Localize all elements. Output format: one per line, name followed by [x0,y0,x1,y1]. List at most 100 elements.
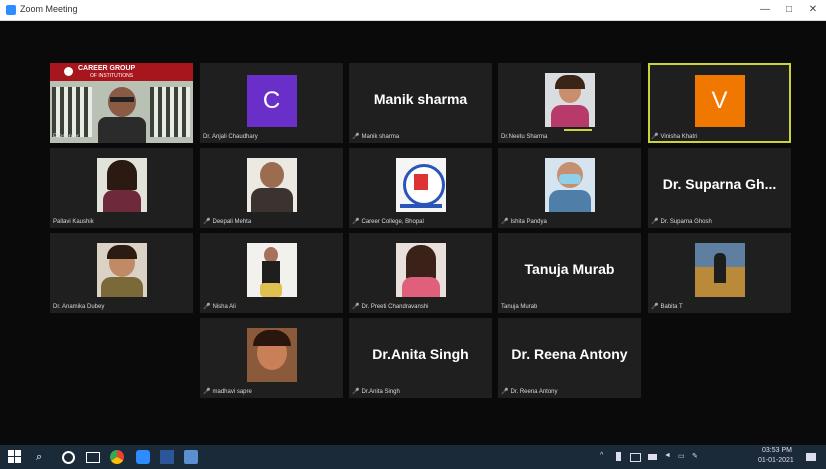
participant-video [395,243,446,297]
person-hair [252,330,291,346]
banner-logo-icon [64,67,73,76]
volume-icon[interactable]: ◄ [664,452,671,459]
participant-video [694,243,745,297]
chrome-icon[interactable] [110,450,124,464]
mic-muted-icon: 🎤 [501,389,509,395]
maximize-button[interactable]: □ [778,2,800,18]
cortana-icon[interactable] [62,451,75,464]
participant-tile[interactable]: 🎤 Career College, Bhopal [349,148,492,228]
participant-name: Dr. Anjali Chaudhary [203,134,258,140]
participant-tile[interactable]: 🎤 Ishita Pandya [498,148,641,228]
participant-tile[interactable]: 🎤 Nisha Ali [200,233,343,313]
participant-tile[interactable]: C Dr. Anjali Chaudhary [200,63,343,143]
participant-name: Tanuja Murab [501,304,538,310]
participant-tile[interactable]: Dr. Reena Antony 🎤 Dr. Reena Antony [498,318,641,398]
taskbar: ⌕ ^ ◄ ▭ ✎ 03:53 PM 01-01-2021 [0,445,826,469]
tray-chevron-icon[interactable]: ^ [600,452,603,459]
mic-muted-icon: 🎤 [651,219,659,225]
person-hair [106,245,137,259]
participant-video [395,158,446,212]
participant-tile[interactable]: Dr.Anita Singh 🎤 Dr.Anita Singh [349,318,492,398]
minimize-button[interactable]: — [754,2,776,18]
participant-name: 🎤 Babita T [651,304,683,310]
participant-name: 🎤 Dr.Anita Singh [352,389,400,395]
participant-name: 🎤 Dr. Reena Antony [501,389,558,395]
person-hair [106,160,137,190]
participant-tile[interactable]: 🎤 Deepali Mehta [200,148,343,228]
participant-tile[interactable]: Manik sharma 🎤 Manik sharma [349,63,492,143]
participant-name: Dr. Anamika Dubey [53,304,105,310]
clock-time[interactable]: 03:53 PM [762,447,792,454]
participant-video [246,243,297,297]
person-head [259,162,284,188]
participant-tile-active-speaker[interactable]: V 🎤 Vinisha Khatri [648,63,791,143]
participant-tile[interactable]: Tanuja Murab Tanuja Murab [498,233,641,313]
participant-tile[interactable]: Dr.Neetu Sharma [498,63,641,143]
mic-muted-icon: 🎤 [651,304,659,310]
participant-display-name: Tanuja Murab [524,261,615,277]
participant-tile[interactable]: 🎤 Dr. Preeti Chandravanshi [349,233,492,313]
participant-name: 🎤 Vinisha Khatri [651,134,698,140]
network-icon[interactable] [648,454,657,460]
participant-tile[interactable]: Dr. Anamika Dubey [50,233,193,313]
person-body [401,277,440,297]
mic-muted-icon: 🎤 [203,389,211,395]
participant-tile[interactable]: 🎤 madhavi sapre [200,318,343,398]
participant-video [544,158,595,212]
windows-start-icon[interactable] [8,450,22,464]
participant-display-name: Dr. Reena Antony [511,346,628,362]
banner-title: CAREER GROUP [78,65,136,72]
emblem-ribbon [399,204,442,208]
participant-tile[interactable]: 🎤 Babita T [648,233,791,313]
participant-name: Dr.Neetu Sharma [501,134,548,140]
participant-avatar: V [694,75,745,127]
display-icon[interactable] [630,453,641,462]
word-icon[interactable] [160,450,174,464]
language-icon[interactable]: ▭ [678,452,685,460]
zoom-taskbar-icon[interactable] [136,450,150,464]
participant-name: 🎤 Deepali Mehta [203,219,252,225]
person-legs [259,283,282,297]
career-group-banner: CAREER GROUP OF INSTITUTIONS [50,63,193,81]
audio-indicator [564,129,592,131]
person-figure [713,253,726,283]
participant-name: Presenter [53,134,80,140]
photos-icon[interactable] [184,450,198,464]
pen-icon[interactable]: ✎ [692,452,698,460]
mic-muted-icon: 🎤 [352,134,360,140]
participant-name: Pallavi Kaushik [53,219,94,225]
person-body [250,188,293,212]
person-body [98,117,146,143]
notification-icon[interactable] [806,453,816,461]
mic-muted-icon: 🎤 [352,304,360,310]
participant-avatar: C [246,75,297,127]
search-icon[interactable]: ⌕ [36,450,50,464]
mic-muted-icon: 🎤 [203,304,211,310]
participant-name: 🎤 Ishita Pandya [501,219,547,225]
participant-name: 🎤 Dr. Suparna Ghosh [651,219,712,225]
participant-tile[interactable]: Pallavi Kaushik [50,148,193,228]
mic-muted-icon: 🎤 [651,134,659,140]
emblem-center [413,174,428,190]
participant-display-name: Dr.Anita Singh [372,346,469,362]
building-pillars [150,87,190,137]
mic-muted-icon: 🎤 [203,219,211,225]
participant-video [96,243,147,297]
participant-video: CAREER GROUP OF INSTITUTIONS [50,63,193,143]
person-head [108,87,136,117]
gallery-view: CAREER GROUP OF INSTITUTIONS Presenter C… [0,21,826,445]
participant-name: 🎤 madhavi sapre [203,389,252,395]
window-title: Zoom Meeting [20,4,78,14]
participant-tile[interactable]: Dr. Suparna Gh... 🎤 Dr. Suparna Ghosh [648,148,791,228]
banner-subtitle: OF INSTITUTIONS [90,73,134,79]
close-button[interactable]: ✕ [802,2,824,18]
participant-name: 🎤 Manik sharma [352,134,400,140]
person-body [550,105,589,127]
clock-date[interactable]: 01-01-2021 [758,457,794,464]
participant-display-name: Dr. Suparna Gh... [662,176,777,192]
building-pillars [52,87,92,137]
task-view-icon[interactable] [86,452,100,463]
battery-icon[interactable] [616,452,621,461]
participant-display-name: Manik sharma [373,91,468,107]
participant-tile[interactable]: CAREER GROUP OF INSTITUTIONS Presenter [50,63,193,143]
